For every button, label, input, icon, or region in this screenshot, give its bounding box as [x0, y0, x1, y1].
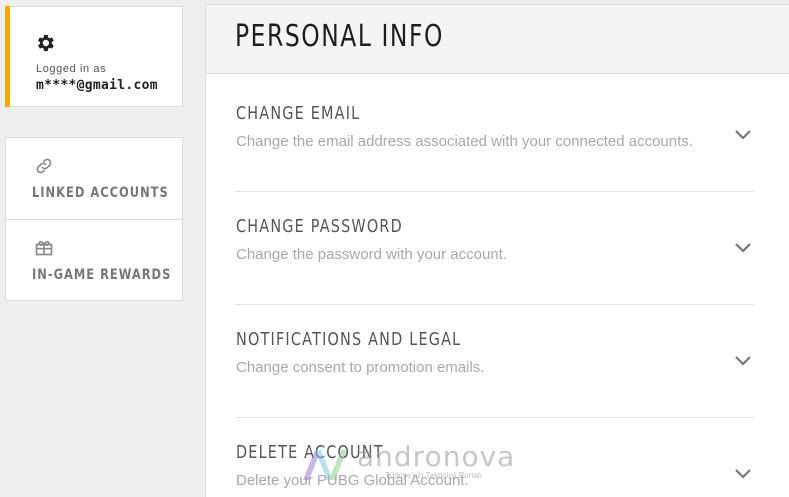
section-description: Change the email address associated with… [236, 133, 693, 150]
sidebar-nav: LINKED ACCOUNTS IN-GAME REWARDS [5, 137, 183, 301]
section-title: DELETE ACCOUNT [236, 442, 384, 463]
header-bar: PERSONAL INFO [206, 5, 789, 74]
section-description: Change the password with your account. [236, 246, 507, 263]
chevron-down-icon[interactable] [734, 129, 752, 141]
page-title: PERSONAL INFO [235, 19, 444, 54]
active-accent-bar [5, 6, 10, 107]
account-email: m****@gmail.com [36, 78, 158, 93]
account-card: Logged in as m****@gmail.com [5, 6, 183, 107]
gear-icon[interactable] [34, 32, 56, 54]
section-change-password[interactable]: CHANGE PASSWORD Change the password with… [236, 192, 754, 305]
section-description: Delete your PUBG Global Account. [236, 472, 469, 489]
main-panel: PERSONAL INFO CHANGE EMAIL Change the em… [205, 4, 789, 497]
chevron-down-icon[interactable] [734, 242, 752, 254]
chevron-down-icon[interactable] [734, 355, 752, 367]
sidebar-item-linked-accounts[interactable]: LINKED ACCOUNTS [6, 138, 182, 220]
section-title: CHANGE EMAIL [236, 103, 361, 124]
section-delete-account[interactable]: DELETE ACCOUNT Delete your PUBG Global A… [236, 418, 754, 497]
section-title: NOTIFICATIONS AND LEGAL [236, 329, 462, 350]
section-title: CHANGE PASSWORD [236, 216, 403, 237]
section-change-email[interactable]: CHANGE EMAIL Change the email address as… [236, 79, 754, 192]
section-notifications-and-legal[interactable]: NOTIFICATIONS AND LEGAL Change consent t… [236, 305, 754, 418]
sidebar-item-label: LINKED ACCOUNTS [32, 185, 169, 201]
logged-in-label: Logged in as [36, 63, 107, 75]
link-icon [36, 158, 52, 174]
sidebar-item-in-game-rewards[interactable]: IN-GAME REWARDS [6, 220, 182, 302]
gift-icon [35, 241, 53, 256]
section-description: Change consent to promotion emails. [236, 359, 485, 376]
chevron-down-icon[interactable] [734, 468, 752, 480]
sidebar-item-label: IN-GAME REWARDS [32, 267, 172, 283]
